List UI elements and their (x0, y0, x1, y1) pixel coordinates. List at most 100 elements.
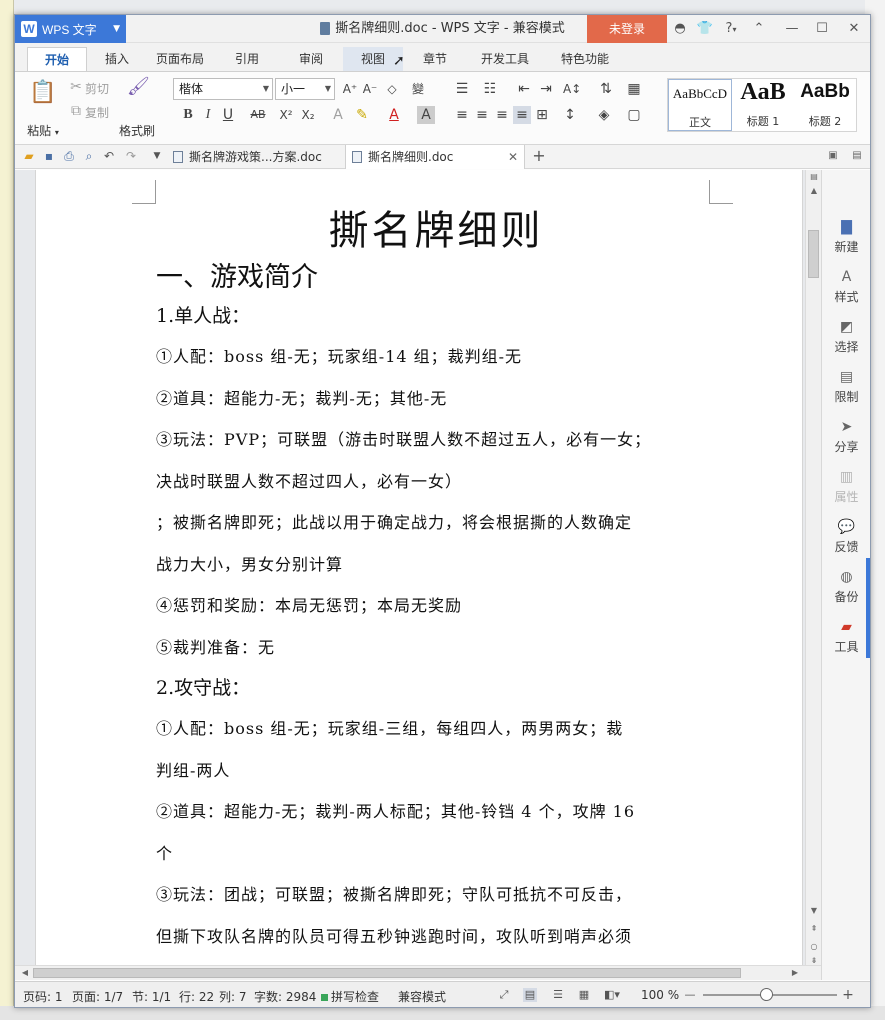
superscript-icon[interactable]: X² (277, 106, 295, 124)
grow-font-icon[interactable]: A⁺ (341, 80, 359, 98)
zoom-slider-knob[interactable] (760, 988, 773, 1001)
browse-object-icon[interactable]: ○ (806, 940, 822, 954)
vertical-scroll-thumb[interactable] (808, 230, 819, 278)
style-normal[interactable]: AaBbCcD 正文 (668, 79, 732, 131)
bullet-list-icon[interactable]: ☰ (453, 80, 471, 98)
shading-icon[interactable]: ◈ (595, 106, 613, 124)
taskpane-properties[interactable]: ▥ 属性 (822, 464, 870, 510)
character-shading-icon[interactable]: A (417, 106, 435, 124)
style-heading-1[interactable]: AaB 标题 1 (732, 79, 794, 131)
highlight-icon[interactable]: ✎ (353, 106, 371, 124)
text-effect-icon[interactable]: A (329, 106, 347, 124)
spell-check-button[interactable]: 拼写检查 (321, 988, 379, 1005)
phonetic-guide-icon[interactable]: 變 (409, 80, 427, 98)
open-folder-icon[interactable]: ▰ (21, 148, 37, 164)
undo-icon[interactable]: ↶ (101, 148, 117, 164)
tab-home[interactable]: 开始 (27, 47, 87, 71)
scroll-down-icon[interactable]: ▼ (806, 904, 822, 918)
underline-icon[interactable]: U (219, 106, 237, 124)
tab-page-layout[interactable]: 页面布局 (147, 47, 213, 71)
print-preview-icon[interactable]: ⌕ (81, 148, 97, 164)
font-size-select[interactable]: 小一 ▼ (275, 78, 335, 100)
scroll-up-icon[interactable]: ▲ (806, 184, 822, 198)
cut-button[interactable]: 剪切 (85, 80, 109, 97)
zoom-level[interactable]: 100 % (641, 988, 679, 1002)
close-tab-icon[interactable]: ✕ (508, 145, 518, 169)
zoom-in-icon[interactable]: + (841, 988, 855, 1002)
italic-icon[interactable]: I (199, 106, 217, 124)
font-name-select[interactable]: 楷体 ▼ (173, 78, 273, 100)
bold-icon[interactable]: B (179, 106, 197, 124)
subscript-icon[interactable]: X₂ (299, 106, 317, 124)
tab-features[interactable]: 特色功能 (545, 47, 625, 71)
tab-chapter[interactable]: 章节 (405, 47, 465, 71)
maximize-button[interactable]: ☐ (813, 20, 831, 38)
table-border-icon[interactable]: ▦ (625, 80, 643, 98)
tab-review[interactable]: 审阅 (281, 47, 341, 71)
paste-button[interactable]: 粘贴 ▾ (23, 122, 63, 139)
align-center-icon[interactable]: ≡ (473, 106, 491, 124)
font-color-icon[interactable]: A (385, 106, 403, 124)
taskpane-tools[interactable]: ▰ 工具 (822, 614, 870, 660)
tab-developer[interactable]: 开发工具 (470, 47, 540, 71)
doc-tab-game-plan[interactable]: 撕名牌游戏策...方案.doc (167, 145, 345, 169)
help-button[interactable]: ?▾ (718, 20, 744, 38)
taskpane-feedback[interactable]: 💬 反馈 (822, 514, 870, 560)
app-menu-button[interactable]: W WPS 文字 ▼ (15, 15, 126, 43)
vertical-scrollbar[interactable]: ▤ ▲ ▼ ⇞ ○ ⇟ (805, 170, 821, 965)
sort-icon[interactable]: ⇅ (597, 80, 615, 98)
taskpane-restrict[interactable]: ▤ 限制 (822, 364, 870, 410)
line-spacing-icon[interactable]: ↕ (561, 106, 579, 124)
shrink-font-icon[interactable]: A⁻ (361, 80, 379, 98)
previous-page-icon[interactable]: ⇞ (806, 922, 822, 936)
document-body[interactable]: 撕名牌细则 一、游戏简介 1.单人战： ①人配：boss 组-无；玩家组-14 … (156, 202, 716, 957)
scroll-right-icon[interactable]: ▶ (787, 966, 803, 980)
borders-icon[interactable]: ▢ (625, 106, 643, 124)
distributed-align-icon[interactable]: ⊞ (533, 106, 551, 124)
status-word-count[interactable]: 字数: 2984 (254, 988, 316, 1005)
numbered-list-icon[interactable]: ☷ (481, 80, 499, 98)
cut-icon[interactable]: ✂ (67, 78, 85, 96)
copy-button[interactable]: 复制 (85, 104, 109, 121)
paste-icon[interactable]: 📋 (29, 80, 56, 106)
taskpane-select[interactable]: ◩ 选择 (822, 314, 870, 360)
tab-restore-icon[interactable]: ▤ (849, 148, 865, 164)
redo-icon[interactable]: ↷ (123, 148, 139, 164)
taskpane-share[interactable]: ➤ 分享 (822, 414, 870, 460)
horizontal-scroll-thumb[interactable] (33, 968, 741, 978)
chinese-layout-icon[interactable]: A↕ (563, 80, 581, 98)
outline-view-icon[interactable]: ☰ (551, 988, 565, 1002)
save-icon[interactable]: ▪ (41, 148, 57, 164)
collapse-ribbon-icon[interactable]: ⌃ (750, 20, 768, 38)
login-button[interactable]: 未登录 (587, 15, 667, 43)
format-painter-button[interactable]: 格式刷 (119, 122, 155, 139)
align-left-icon[interactable]: ≡ (453, 106, 471, 124)
taskpane-backup[interactable]: ◍ 备份 (822, 564, 870, 610)
strikethrough-icon[interactable]: AB (245, 106, 271, 124)
decrease-indent-icon[interactable]: ⇤ (515, 80, 533, 98)
ruler-toggle-icon[interactable]: ▤ (806, 170, 822, 184)
align-justify-icon[interactable]: ≡ (513, 106, 531, 124)
taskpane-collapse-handle[interactable] (866, 558, 870, 658)
cloud-sync-icon[interactable]: ◓ (671, 20, 689, 38)
increase-indent-icon[interactable]: ⇥ (537, 80, 555, 98)
web-view-icon[interactable]: ▦ (577, 988, 591, 1002)
full-screen-icon[interactable]: ⤢ (497, 988, 511, 1002)
format-painter-icon[interactable]: 🖌 (127, 78, 150, 96)
minimize-button[interactable]: — (783, 20, 801, 38)
close-button[interactable]: ✕ (845, 20, 863, 38)
tab-insert[interactable]: 插入 (87, 47, 147, 71)
clear-format-icon[interactable]: ◇ (383, 80, 401, 98)
horizontal-scrollbar[interactable]: ◀ ▶ (15, 965, 821, 980)
scroll-left-icon[interactable]: ◀ (17, 966, 33, 980)
style-heading-2[interactable]: AaBb 标题 2 (794, 79, 856, 131)
page-view-icon[interactable]: ▤ (523, 988, 537, 1002)
document-page[interactable]: 撕名牌细则 一、游戏简介 1.单人战： ①人配：boss 组-无；玩家组-14 … (35, 170, 803, 965)
zoom-out-icon[interactable]: — (683, 988, 697, 1002)
copy-icon[interactable]: ⧉ (67, 102, 85, 120)
print-icon[interactable]: ⎙ (61, 148, 77, 164)
reading-mode-icon[interactable]: ◧▾ (601, 988, 623, 1002)
tab-references[interactable]: 引用 (217, 47, 277, 71)
taskpane-new[interactable]: ▇ 新建 (822, 214, 870, 260)
doc-tab-rules[interactable]: 撕名牌细则.doc ✕ (345, 145, 525, 169)
